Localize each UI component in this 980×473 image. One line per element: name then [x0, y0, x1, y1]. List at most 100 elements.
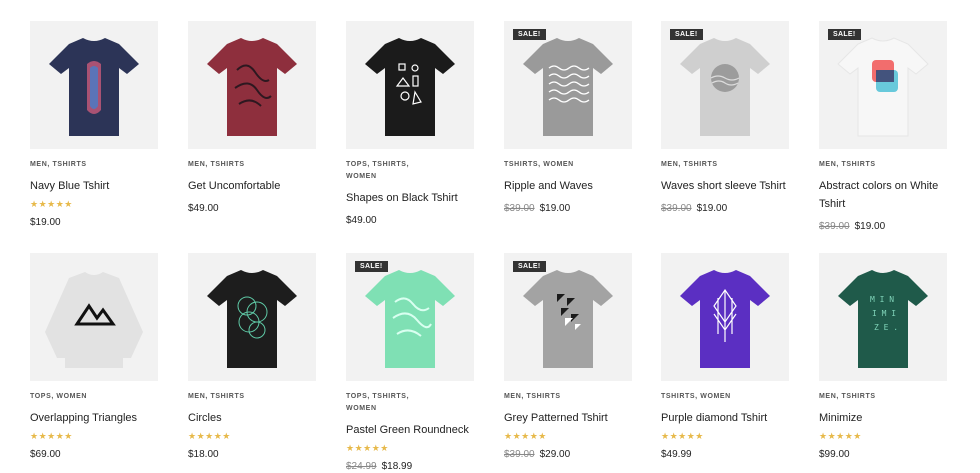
- product-categories[interactable]: MEN, TSHIRTS: [661, 159, 789, 171]
- product-title[interactable]: Abstract colors on White Tshirt: [819, 177, 947, 213]
- rating-stars: ★★★★★: [819, 431, 862, 441]
- price-current: $49.00: [188, 203, 219, 214]
- product-image[interactable]: [30, 21, 158, 149]
- product-card[interactable]: MEN, TSHIRTS Circles ★★★★★ $18.00: [188, 253, 316, 461]
- product-title[interactable]: Waves short sleeve Tshirt: [661, 177, 789, 195]
- product-categories[interactable]: MEN, TSHIRTS: [188, 391, 316, 403]
- product-categories[interactable]: TOPS, TSHIRTS, WOMEN: [346, 391, 474, 415]
- product-title[interactable]: Navy Blue Tshirt: [30, 177, 158, 195]
- rating-stars: ★★★★★: [30, 431, 73, 441]
- price-current: $18.00: [188, 449, 219, 460]
- product-card[interactable]: SALE! MEN, TSHIRTS Abstract colors on Wh…: [819, 21, 947, 233]
- product-image[interactable]: [188, 21, 316, 149]
- product-categories[interactable]: TSHIRTS, WOMEN: [661, 391, 789, 403]
- rating-stars: ★★★★★: [661, 431, 704, 441]
- product-image[interactable]: SALE!: [819, 21, 947, 149]
- rating-stars: ★★★★★: [188, 431, 231, 441]
- product-price: $39.00 $19.00: [819, 221, 947, 233]
- tshirt-light-grey-image: [680, 38, 770, 136]
- product-title[interactable]: Shapes on Black Tshirt: [346, 189, 474, 207]
- product-categories[interactable]: MEN, TSHIRTS: [504, 391, 632, 403]
- product-price: $69.00: [30, 449, 158, 461]
- product-card[interactable]: SALE! TOPS, TSHIRTS, WOMEN Pastel Green R…: [346, 253, 474, 473]
- tshirt-black-shapes-image: [365, 38, 455, 136]
- product-price: $39.00 $19.00: [661, 203, 789, 215]
- tshirt-navy-image: [49, 38, 139, 136]
- product-card[interactable]: SALE! TSHIRTS, WOMEN Ripple and Waves $3…: [504, 21, 632, 215]
- product-image[interactable]: M I N I M I Z E .: [819, 253, 947, 381]
- product-title[interactable]: Ripple and Waves: [504, 177, 632, 195]
- product-categories[interactable]: TOPS, WOMEN: [30, 391, 158, 403]
- sale-badge: SALE!: [670, 29, 703, 40]
- product-price: $49.99: [661, 449, 789, 461]
- svg-text:M I N: M I N: [870, 295, 894, 304]
- product-title[interactable]: Minimize: [819, 409, 947, 427]
- product-price: $39.00 $19.00: [504, 203, 632, 215]
- product-image[interactable]: [30, 253, 158, 381]
- tshirt-purple-diamond-image: [680, 270, 770, 368]
- product-title[interactable]: Get Uncomfortable: [188, 177, 316, 195]
- product-categories[interactable]: MEN, TSHIRTS: [188, 159, 316, 171]
- product-card[interactable]: TSHIRTS, WOMEN Purple diamond Tshirt ★★★…: [661, 253, 789, 461]
- tshirt-pastel-green-image: [365, 270, 455, 368]
- product-image[interactable]: SALE!: [504, 253, 632, 381]
- sale-badge: SALE!: [828, 29, 861, 40]
- price-original: $39.00: [661, 203, 692, 214]
- tshirt-grey-waves-image: [523, 38, 613, 136]
- price-current: $99.00: [819, 449, 850, 460]
- product-image[interactable]: [661, 253, 789, 381]
- tshirt-dark-green-image: M I N I M I Z E .: [838, 270, 928, 368]
- price-original: $39.00: [504, 203, 535, 214]
- rating-stars: ★★★★★: [504, 431, 547, 441]
- product-card[interactable]: MEN, TSHIRTS Get Uncomfortable $49.00: [188, 21, 316, 215]
- svg-text:Z E .: Z E .: [874, 323, 898, 332]
- product-title[interactable]: Purple diamond Tshirt: [661, 409, 789, 427]
- product-categories[interactable]: TSHIRTS, WOMEN: [504, 159, 632, 171]
- product-title[interactable]: Pastel Green Roundneck: [346, 421, 474, 439]
- rating-stars: ★★★★★: [30, 199, 73, 209]
- tshirt-maroon-image: [207, 38, 297, 136]
- product-card[interactable]: M I N I M I Z E . MEN, TSHIRTS Minimize ★★…: [819, 253, 947, 461]
- price-original: $39.00: [819, 221, 850, 232]
- product-title[interactable]: Overlapping Triangles: [30, 409, 158, 427]
- tshirt-black-circles-image: [207, 270, 297, 368]
- price-current: $19.00: [696, 203, 728, 214]
- product-image[interactable]: SALE!: [661, 21, 789, 149]
- product-price: $99.00: [819, 449, 947, 461]
- product-categories[interactable]: MEN, TSHIRTS: [819, 159, 947, 171]
- rating-stars: ★★★★★: [346, 443, 389, 453]
- price-current: $19.00: [30, 217, 61, 228]
- price-current: $19.00: [539, 203, 571, 214]
- product-card[interactable]: TOPS, WOMEN Overlapping Triangles ★★★★★ …: [30, 253, 158, 461]
- tshirt-grey-pattern-image: [523, 270, 613, 368]
- product-card[interactable]: SALE! MEN, TSHIRTS Grey Patterned Tshirt…: [504, 253, 632, 461]
- product-categories[interactable]: MEN, TSHIRTS: [819, 391, 947, 403]
- price-current: $18.99: [381, 461, 413, 472]
- product-image[interactable]: [346, 21, 474, 149]
- product-categories[interactable]: TOPS, TSHIRTS, WOMEN: [346, 159, 474, 183]
- product-price: $49.00: [346, 215, 474, 227]
- tshirt-white-abstract-image: [837, 37, 929, 137]
- product-price: $39.00 $29.00: [504, 449, 632, 461]
- sale-badge: SALE!: [355, 261, 388, 272]
- product-card[interactable]: SALE! MEN, TSHIRTS Waves short sleeve Ts…: [661, 21, 789, 215]
- product-image[interactable]: SALE!: [504, 21, 632, 149]
- product-card[interactable]: TOPS, TSHIRTS, WOMEN Shapes on Black Tshi…: [346, 21, 474, 227]
- product-price: $24.99 $18.99: [346, 461, 474, 473]
- price-current: $49.00: [346, 215, 377, 226]
- product-price: $18.00: [188, 449, 316, 461]
- price-current: $69.00: [30, 449, 61, 460]
- product-categories[interactable]: MEN, TSHIRTS: [30, 159, 158, 171]
- price-original: $24.99: [346, 461, 377, 472]
- sale-badge: SALE!: [513, 261, 546, 272]
- product-image[interactable]: SALE!: [346, 253, 474, 381]
- product-title[interactable]: Grey Patterned Tshirt: [504, 409, 632, 427]
- sweater-triangles-image: [45, 272, 143, 368]
- product-title[interactable]: Circles: [188, 409, 316, 427]
- product-image[interactable]: [188, 253, 316, 381]
- product-grid: MEN, TSHIRTS Navy Blue Tshirt ★★★★★ $19.…: [0, 0, 980, 473]
- price-current: $29.00: [539, 449, 571, 460]
- sale-badge: SALE!: [513, 29, 546, 40]
- product-card[interactable]: MEN, TSHIRTS Navy Blue Tshirt ★★★★★ $19.…: [30, 21, 158, 229]
- product-price: $49.00: [188, 203, 316, 215]
